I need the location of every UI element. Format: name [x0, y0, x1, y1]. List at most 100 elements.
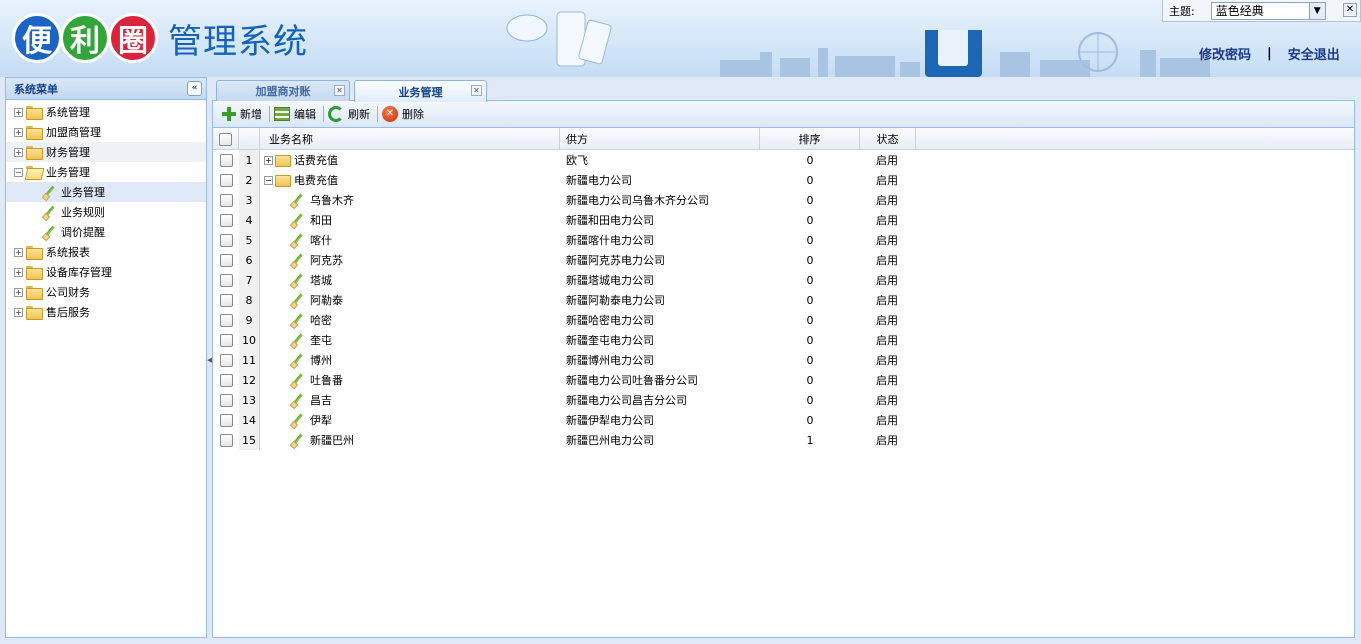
row-checkbox-cell: [213, 250, 239, 270]
table-row[interactable]: 3 乌鲁木齐 新疆电力公司乌鲁木齐分公司 0 启用: [213, 190, 1354, 210]
row-checkbox[interactable]: [219, 153, 233, 167]
menu-item-system[interactable]: + 系统管理: [6, 102, 206, 122]
menu-item-business-rules[interactable]: 业务规则: [6, 202, 206, 222]
table-row[interactable]: 14 伊犁 新疆伊犁电力公司 0 启用: [213, 410, 1354, 430]
link-separator: |: [1267, 46, 1272, 61]
menu-item-business[interactable]: − 业务管理: [6, 162, 206, 182]
expand-icon[interactable]: +: [264, 155, 273, 165]
row-checkbox[interactable]: [219, 413, 233, 427]
row-checkbox[interactable]: [219, 433, 233, 447]
delete-button[interactable]: ✕ 删除: [380, 104, 429, 125]
chevron-down-icon[interactable]: ▼: [1308, 2, 1325, 19]
change-password-link[interactable]: 修改密码: [1199, 44, 1251, 63]
table-row[interactable]: 8 阿勒泰 新疆阿勒泰电力公司 0 启用: [213, 290, 1354, 310]
app-logo: 便 利 圈 管理系统: [12, 10, 308, 66]
delete-icon: ✕: [382, 106, 398, 122]
expand-icon[interactable]: +: [14, 247, 23, 257]
edit-icon: [274, 107, 290, 121]
row-checkbox-cell: [213, 310, 239, 330]
table-row[interactable]: 6 阿克苏 新疆阿克苏电力公司 0 启用: [213, 250, 1354, 270]
expand-icon[interactable]: +: [14, 127, 23, 137]
row-checkbox[interactable]: [219, 273, 233, 287]
table-row[interactable]: 5 喀什 新疆喀什电力公司 0 启用: [213, 230, 1354, 250]
table-row[interactable]: 10 奎屯 新疆奎屯电力公司 0 启用: [213, 330, 1354, 350]
menu-item-business-management[interactable]: 业务管理: [6, 182, 206, 202]
order-cell: 0: [806, 413, 814, 427]
table-row[interactable]: 4 和田 新疆和田电力公司 0 启用: [213, 210, 1354, 230]
business-name-cell: 乌鲁木齐: [260, 190, 560, 210]
collapse-icon[interactable]: −: [14, 167, 23, 177]
close-icon[interactable]: ✕: [334, 85, 345, 96]
menu-item-price-alert[interactable]: 调价提醒: [6, 222, 206, 242]
menu-item-reports[interactable]: + 系统报表: [6, 242, 206, 262]
row-number: 1: [239, 150, 260, 170]
row-checkbox[interactable]: [219, 373, 233, 387]
row-checkbox[interactable]: [219, 293, 233, 307]
row-checkbox-cell: [213, 190, 239, 210]
status-cell: 启用: [876, 274, 898, 287]
refresh-button[interactable]: 刷新: [326, 104, 375, 125]
add-button[interactable]: 新增: [219, 104, 267, 125]
table-row[interactable]: 13 昌吉 新疆电力公司昌吉分公司 0 启用: [213, 390, 1354, 410]
table-row[interactable]: 7 塔城 新疆塔城电力公司 0 启用: [213, 270, 1354, 290]
pencil-icon: [290, 193, 304, 207]
expand-icon[interactable]: +: [14, 267, 23, 277]
expand-icon[interactable]: +: [14, 107, 23, 117]
table-row[interactable]: 9 哈密 新疆哈密电力公司 0 启用: [213, 310, 1354, 330]
edit-button[interactable]: 编辑: [272, 104, 321, 125]
business-name-cell: 吐鲁番: [260, 370, 560, 390]
collapse-icon[interactable]: −: [264, 175, 273, 185]
column-header-order[interactable]: 排序: [760, 128, 860, 150]
supplier-cell: 新疆塔城电力公司: [566, 274, 654, 287]
add-label: 新增: [240, 108, 262, 121]
tab-franchise-reconcile[interactable]: 加盟商对账 ✕: [216, 80, 350, 101]
logout-link[interactable]: 安全退出: [1288, 44, 1340, 63]
row-checkbox[interactable]: [219, 313, 233, 327]
table-row[interactable]: 1 + 话费充值 欧飞 0 启用: [213, 150, 1354, 170]
table-row[interactable]: 11 博州 新疆博州电力公司 0 启用: [213, 350, 1354, 370]
column-header-name[interactable]: 业务名称: [260, 128, 560, 150]
expand-icon[interactable]: +: [14, 287, 23, 297]
menu-item-franchise[interactable]: + 加盟商管理: [6, 122, 206, 142]
table-row[interactable]: 12 吐鲁番 新疆电力公司吐鲁番分公司 0 启用: [213, 370, 1354, 390]
row-checkbox[interactable]: [219, 193, 233, 207]
theme-select[interactable]: 蓝色经典 ▼: [1210, 1, 1326, 20]
top-links: 修改密码 | 安全退出: [1199, 44, 1340, 63]
row-checkbox[interactable]: [219, 253, 233, 267]
column-header-supplier[interactable]: 供方: [560, 128, 760, 150]
folder-icon: [275, 154, 291, 167]
supplier-cell: 新疆博州电力公司: [566, 354, 654, 367]
city-skyline-banner: [720, 30, 1210, 77]
close-icon[interactable]: ✕: [1343, 3, 1357, 17]
status-cell: 启用: [876, 254, 898, 267]
select-all-checkbox[interactable]: [219, 132, 232, 146]
business-name-cell: 伊犁: [260, 410, 560, 430]
logo-char-3: 圈: [108, 13, 158, 63]
row-checkbox[interactable]: [219, 333, 233, 347]
table-row[interactable]: 15 新疆巴州 新疆巴州电力公司 1 启用: [213, 430, 1354, 450]
menu-item-inventory[interactable]: + 设备库存管理: [6, 262, 206, 282]
order-cell: 1: [806, 433, 814, 447]
table-row[interactable]: 2− 电费充值 新疆电力公司 0 启用: [213, 170, 1354, 190]
expand-icon[interactable]: +: [14, 147, 23, 157]
logo-char-1: 便: [12, 13, 62, 63]
order-cell: 0: [806, 173, 814, 187]
close-icon[interactable]: ✕: [471, 85, 482, 96]
row-checkbox[interactable]: [219, 173, 233, 187]
row-checkbox[interactable]: [219, 353, 233, 367]
row-checkbox[interactable]: [219, 393, 233, 407]
plus-icon: [221, 106, 237, 122]
collapse-left-icon[interactable]: «: [187, 81, 202, 96]
pencil-icon: [290, 313, 304, 327]
business-name: 话费充值: [294, 154, 338, 167]
row-checkbox[interactable]: [219, 233, 233, 247]
expand-icon[interactable]: +: [14, 307, 23, 317]
menu-item-company-finance[interactable]: + 公司财务: [6, 282, 206, 302]
row-checkbox[interactable]: [219, 213, 233, 227]
column-header-status[interactable]: 状态: [860, 128, 916, 150]
tab-business-management[interactable]: 业务管理 ✕: [354, 80, 487, 102]
menu-item-finance[interactable]: + 财务管理: [6, 142, 206, 162]
tab-label: 加盟商对账: [255, 85, 311, 98]
business-name-cell: 哈密: [260, 310, 560, 330]
menu-item-after-sales[interactable]: + 售后服务: [6, 302, 206, 322]
